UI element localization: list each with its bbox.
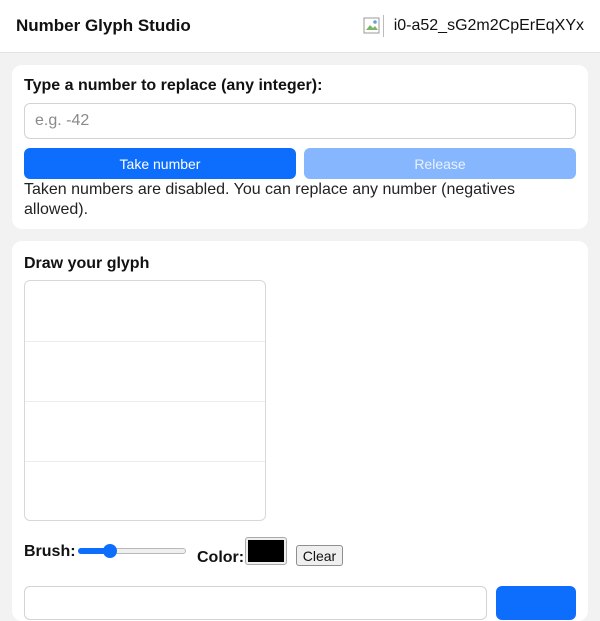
draw-glyph-title: Draw your glyph — [24, 255, 150, 272]
brush-size-slider[interactable] — [78, 544, 186, 558]
release-button[interactable]: Release — [304, 148, 576, 179]
canvas-gridline — [25, 341, 265, 342]
take-number-button[interactable]: Take number — [24, 148, 296, 179]
app-title: Number Glyph Studio — [16, 16, 191, 35]
clear-button[interactable]: Clear — [296, 545, 343, 566]
user-id: i0-a52_sG2m2CpErEqXYx — [393, 17, 584, 34]
number-input[interactable] — [24, 103, 576, 139]
slider-thumb[interactable] — [103, 544, 118, 558]
submit-button[interactable] — [496, 586, 576, 620]
replace-number-card: Type a number to replace (any integer): … — [12, 65, 588, 229]
broken-image-icon — [362, 15, 384, 37]
canvas-gridline — [25, 401, 265, 402]
color-picker[interactable] — [245, 537, 287, 565]
replace-number-label: Type a number to replace (any integer): — [24, 77, 323, 94]
top-bar: Number Glyph Studio i0-a52_sG2m2CpErEqXY… — [0, 0, 600, 53]
glyph-canvas[interactable] — [24, 280, 266, 521]
canvas-gridline — [25, 461, 265, 462]
optional-input[interactable] — [24, 586, 487, 620]
color-label: Color: — [197, 549, 245, 566]
hint-text: Taken numbers are disabled. You can repl… — [24, 181, 515, 218]
color-swatch — [248, 540, 284, 562]
brush-label: Brush: — [24, 543, 76, 560]
user-info: i0-a52_sG2m2CpErEqXYx — [362, 15, 584, 37]
draw-glyph-card: Draw your glyph Brush: Color: Clear — [12, 241, 588, 621]
